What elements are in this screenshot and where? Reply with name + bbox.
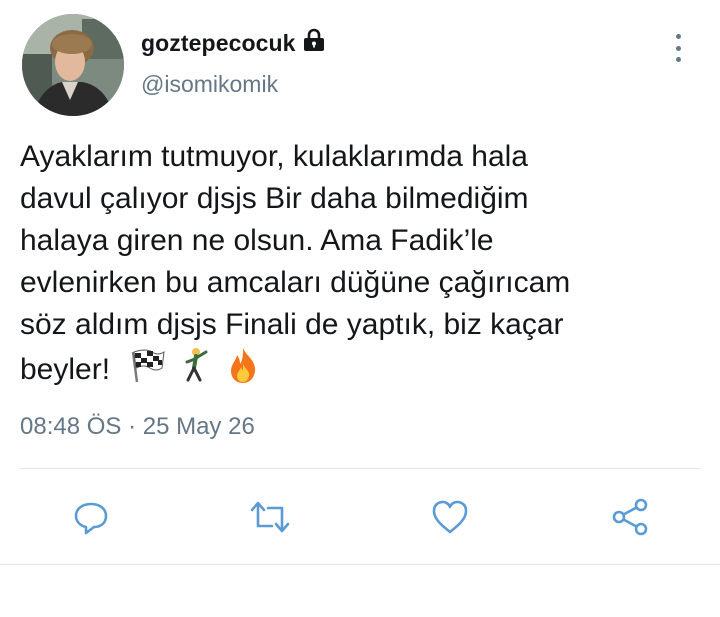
share-icon[interactable] xyxy=(605,492,655,542)
action-bar xyxy=(0,492,720,542)
heart-icon[interactable] xyxy=(425,492,475,542)
tweet-line: halaya giren ne olsun. Ama Fadik’le xyxy=(20,224,494,257)
tweet-line: Ayaklarım tutmuyor, kulaklarımda hala xyxy=(20,140,528,173)
retweet-icon[interactable] xyxy=(245,492,295,542)
divider xyxy=(20,468,700,469)
name-row: goztepecocuk xyxy=(141,28,325,58)
tweet-card: goztepecocuk @isomikomik Ayaklarım tutmu… xyxy=(0,0,720,617)
more-options-icon[interactable] xyxy=(666,32,690,64)
tweet-line: beyler! xyxy=(20,353,111,386)
reply-icon[interactable] xyxy=(66,492,116,542)
divider xyxy=(0,564,720,565)
avatar[interactable] xyxy=(22,14,124,116)
chequered-flag-emoji xyxy=(128,346,166,384)
emoji-row xyxy=(128,346,272,384)
tweet-line: davul çalıyor djsjs Bir daha bilmediğim xyxy=(20,182,529,215)
tweet-timestamp[interactable]: 08:48 ÖS · 25 May 26 xyxy=(20,413,255,441)
dancing-man-emoji xyxy=(176,346,214,384)
tweet-line: evlenirken bu amcaları düğüne çağırıcam xyxy=(20,266,571,299)
tweet-line: söz aldım djsjs Finali de yaptık, biz ka… xyxy=(20,308,564,341)
fire-emoji xyxy=(224,346,262,384)
tweet-text: Ayaklarım tutmuyor, kulaklarımda hala da… xyxy=(20,136,690,391)
display-name[interactable]: goztepecocuk xyxy=(141,30,296,57)
user-handle[interactable]: @isomikomik xyxy=(141,71,278,98)
lock-icon xyxy=(303,28,325,52)
